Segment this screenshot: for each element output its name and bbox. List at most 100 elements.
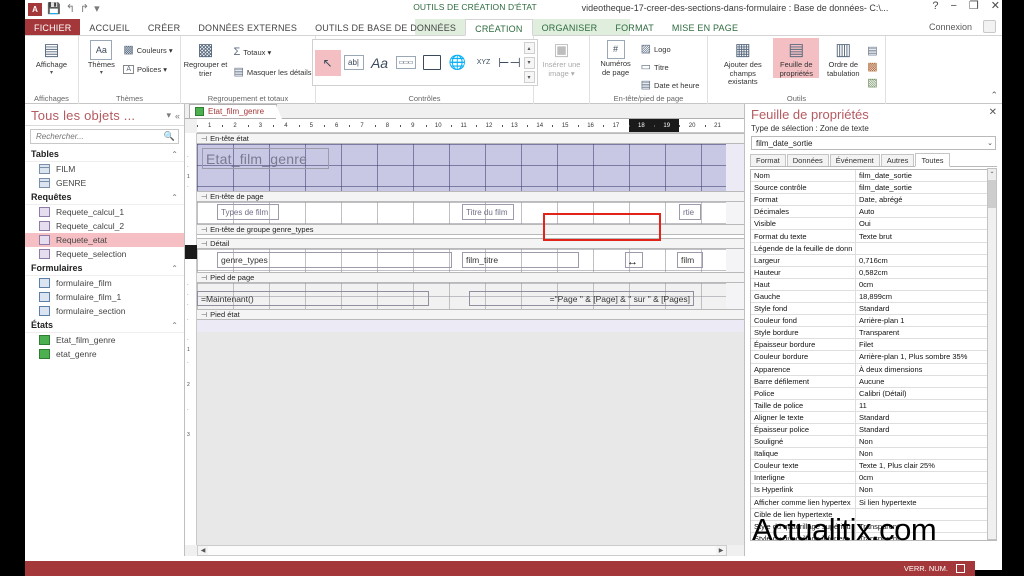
property-row[interactable]: Italique Non bbox=[751, 448, 997, 461]
regrouper-et-trier-button[interactable]: ▩ Regrouper et trier bbox=[182, 38, 228, 78]
property-value[interactable]: Oui bbox=[856, 218, 997, 229]
property-row[interactable]: Style fond Standard bbox=[751, 303, 997, 316]
section-body-detail[interactable]: genre_types film_titre film ↔ bbox=[197, 249, 744, 272]
ordre-de-tabulation-button[interactable]: ▥ Ordre de tabulation bbox=[822, 38, 864, 78]
ajouter-champs-existants-button[interactable]: ▦ Ajouter des champs existants bbox=[715, 38, 770, 87]
scroll-right-icon[interactable]: ▶ bbox=[716, 547, 726, 554]
property-row[interactable]: Aligner le texte Standard bbox=[751, 411, 997, 424]
controls-gallery[interactable]: ↖ ab| Aa ▭▭▭ 🌐 XYZ ⊢⊣ ▴ ▾ ▾ bbox=[311, 39, 538, 86]
property-row[interactable]: Largeur 0,716cm bbox=[751, 254, 997, 267]
property-row[interactable]: Hauteur 0,582cm bbox=[751, 266, 997, 279]
property-value[interactable]: Transparent bbox=[856, 327, 997, 338]
section-body-entete-page[interactable]: Types de film Titre du film rtie bbox=[197, 202, 744, 224]
property-row[interactable]: Style bordure Transparent bbox=[751, 327, 997, 340]
page-header-label-titre-du-film[interactable]: Titre du film bbox=[462, 204, 514, 220]
property-row[interactable]: Afficher comme lien hypertex Si lien hype… bbox=[751, 496, 997, 509]
scroll-up-icon[interactable]: ⌃ bbox=[988, 169, 996, 179]
titre-button[interactable]: ▭ Titre bbox=[639, 59, 702, 75]
property-value[interactable]: Texte brut bbox=[856, 230, 997, 241]
property-value[interactable]: Standard bbox=[856, 412, 997, 423]
property-value[interactable]: Texte 1, Plus clair 25% bbox=[856, 460, 997, 471]
property-value[interactable]: 0,716cm bbox=[856, 255, 997, 266]
property-row[interactable]: Souligné Non bbox=[751, 436, 997, 449]
design-canvas[interactable]: ⊣ En-tête état Etat_film_genre ⊣ En-tête… bbox=[197, 133, 744, 545]
property-value[interactable]: Calibri (Détail) bbox=[856, 388, 997, 399]
section-band-pied-page[interactable]: ⊣ Pied de page bbox=[197, 272, 744, 283]
themes-button[interactable]: Aa Thèmes ▾ bbox=[84, 38, 118, 77]
property-value[interactable]: 18,899cm bbox=[856, 291, 997, 302]
nav-group-etats[interactable]: États ⌃ bbox=[25, 318, 184, 333]
help-icon[interactable]: ? bbox=[932, 1, 938, 12]
selected-object-dropdown[interactable]: film_date_sortie ⌄ bbox=[751, 136, 996, 150]
nav-group-requetes[interactable]: Requêtes ⌃ bbox=[25, 190, 184, 205]
property-value[interactable]: 0cm bbox=[856, 472, 997, 483]
nav-item-requete-etat[interactable]: Requete_etat bbox=[25, 233, 184, 247]
hyperlink-tool-icon[interactable]: 🌐 bbox=[445, 50, 471, 76]
property-value[interactable]: Arrière-plan 1 bbox=[856, 315, 997, 326]
page-footer-date-control[interactable]: =Maintenant() bbox=[197, 291, 429, 306]
property-row[interactable]: Épaisseur police Standard bbox=[751, 423, 997, 437]
scroll-left-icon[interactable]: ◀ bbox=[198, 547, 208, 554]
property-row[interactable]: Interligne 0cm bbox=[751, 472, 997, 485]
select-tool-icon[interactable]: ↖ bbox=[314, 49, 341, 76]
tab-autres[interactable]: Autres bbox=[880, 154, 915, 166]
property-value[interactable]: Non bbox=[856, 484, 997, 495]
section-body-entete-etat[interactable]: Etat_film_genre bbox=[197, 144, 744, 191]
property-row[interactable]: Barre défilement Aucune bbox=[751, 375, 997, 388]
chevron-up-icon[interactable]: ⌃ bbox=[171, 264, 178, 273]
property-value[interactable]: Non bbox=[856, 436, 997, 447]
property-row[interactable]: Couleur bordure Arrière-plan 1, Plus somb… bbox=[751, 351, 997, 364]
property-row[interactable]: Visible Oui bbox=[751, 218, 997, 231]
redo-icon[interactable]: ↱ bbox=[80, 4, 89, 15]
detail-field-film-titre[interactable]: film_titre bbox=[462, 252, 579, 268]
property-value[interactable]: Arrière-plan 1, Plus sombre 35% bbox=[856, 351, 997, 362]
detail-field-genre-types[interactable]: genre_types bbox=[217, 252, 452, 268]
section-band-entete-etat[interactable]: ⊣ En-tête état bbox=[197, 133, 744, 144]
property-list-scrollbar[interactable]: ⌃ bbox=[987, 168, 997, 540]
polices-button[interactable]: A Polices ▾ bbox=[121, 61, 174, 77]
property-value[interactable]: Aucune bbox=[856, 376, 997, 387]
gallery-scrollbar[interactable]: ▴ ▾ ▾ bbox=[523, 42, 535, 83]
collapse-ribbon-icon[interactable]: ⌃ bbox=[990, 90, 998, 101]
save-icon[interactable]: 💾 bbox=[47, 4, 61, 15]
property-value[interactable]: 0cm bbox=[856, 279, 997, 290]
nav-item-film[interactable]: FILM bbox=[25, 162, 184, 176]
section-body-entete-groupe[interactable] bbox=[197, 235, 744, 238]
chevron-up-icon[interactable]: ⌃ bbox=[171, 321, 178, 330]
chevron-up-icon[interactable]: ⌃ bbox=[171, 193, 178, 202]
section-band-pied-etat[interactable]: ⊣ Pied état bbox=[197, 309, 744, 320]
nav-search-box[interactable]: 🔍 bbox=[30, 129, 179, 144]
minimize-icon[interactable]: − bbox=[950, 1, 956, 12]
document-tab-bar[interactable]: Etat_film_genre bbox=[185, 104, 744, 119]
quick-access-toolbar[interactable]: A 💾 ↰ ↱ ▾ bbox=[25, 3, 100, 16]
property-value[interactable]: 0,582cm bbox=[856, 267, 997, 278]
tab-donnees[interactable]: Données bbox=[786, 154, 829, 166]
convert-macros-icon[interactable]: ▧ bbox=[867, 76, 877, 89]
totaux-button[interactable]: Σ Totaux ▾ bbox=[231, 44, 313, 60]
masquer-details-button[interactable]: ▤ Masquer les détails bbox=[231, 64, 313, 80]
horizontal-scrollbar[interactable]: ◀ ▶ bbox=[197, 545, 727, 556]
chevron-up-icon[interactable]: ⌃ bbox=[171, 150, 178, 159]
property-value[interactable] bbox=[856, 243, 997, 254]
property-value[interactable]: Auto bbox=[856, 206, 997, 217]
property-value[interactable]: film_date_sortie bbox=[856, 182, 997, 193]
property-value[interactable]: film_date_sortie bbox=[856, 170, 997, 181]
property-value[interactable]: Non bbox=[856, 448, 997, 459]
property-value[interactable]: Standard bbox=[856, 424, 997, 435]
tab-mise-en-page[interactable]: MISE EN PAGE bbox=[663, 19, 747, 35]
nav-item-formulaire-film[interactable]: formulaire_film bbox=[25, 276, 184, 290]
close-icon[interactable]: ✕ bbox=[989, 107, 997, 118]
nav-group-formulaires[interactable]: Formulaires ⌃ bbox=[25, 261, 184, 276]
line-tool-icon[interactable]: ⊢⊣ bbox=[497, 50, 523, 76]
property-tabs[interactable]: Format Données Événement Autres Toutes bbox=[750, 153, 997, 167]
property-value[interactable]: Date, abrégé bbox=[856, 194, 997, 205]
tab-creation[interactable]: CRÉATION bbox=[465, 19, 533, 36]
numeros-de-page-button[interactable]: # Numéros de page bbox=[596, 38, 636, 77]
nav-collapse-icon[interactable]: « bbox=[175, 111, 180, 121]
search-input[interactable] bbox=[34, 131, 164, 142]
chevron-down-icon[interactable]: ▾ bbox=[100, 70, 103, 77]
property-row[interactable]: Légende de la feuille de donn bbox=[751, 242, 997, 255]
date-heure-button[interactable]: ▤ Date et heure bbox=[639, 77, 702, 93]
nav-item-etat-genre[interactable]: etat_genre bbox=[25, 347, 184, 361]
tab-evenement[interactable]: Événement bbox=[829, 154, 880, 166]
